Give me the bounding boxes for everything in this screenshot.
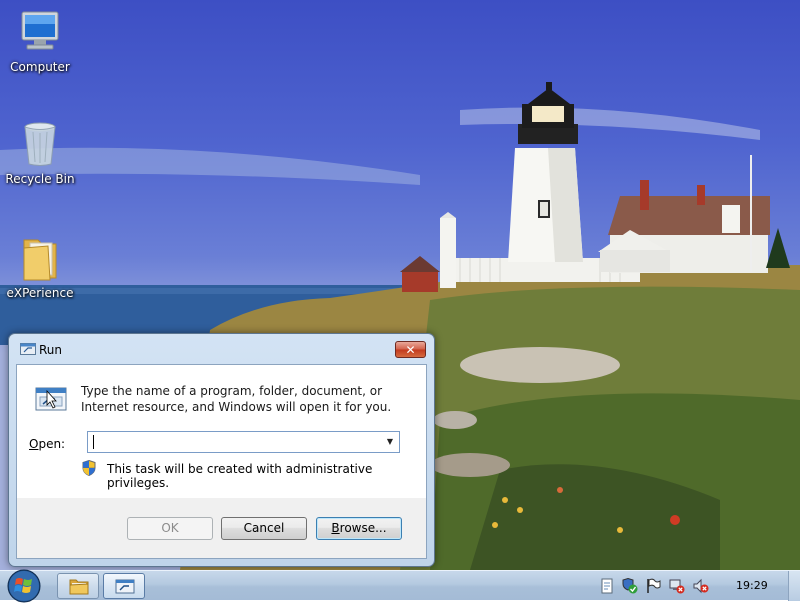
run-icon [20,343,36,355]
taskbar: 19:29 [0,569,800,603]
volume-muted-icon[interactable] [693,578,709,594]
desktop-icon-label: Recycle Bin [5,172,75,186]
run-description: Type the name of a program, folder, docu… [81,384,392,414]
close-icon: ✕ [405,343,416,357]
ok-button[interactable]: OK [127,517,213,540]
run-dialog-body: Type the name of a program, folder, docu… [16,364,427,559]
desktop-icon-folder[interactable]: eXPerience [2,234,78,300]
network-icon[interactable] [669,578,685,594]
run-icon [115,579,135,594]
computer-icon [16,8,64,56]
run-dialog-title: Run [39,343,63,357]
recycle-bin-icon [16,120,64,168]
desktop: Computer Recycle Bin eXPerience Run ✕ Ty… [0,0,800,570]
open-label-suffix: pen: [38,437,66,451]
show-desktop-button[interactable] [788,571,800,601]
browse-button[interactable]: Browse... [316,517,402,540]
start-button[interactable] [3,568,45,604]
run-title-bar[interactable]: Run ✕ [9,334,434,364]
desktop-icon-label: eXPerience [6,286,74,300]
admin-privileges-note: This task will be created with administr… [107,462,373,490]
action-center-icon[interactable] [599,578,615,594]
cancel-button[interactable]: Cancel [221,517,307,540]
uac-shield-icon [82,460,96,476]
run-content-area: Type the name of a program, folder, docu… [17,365,426,498]
close-button[interactable]: ✕ [395,341,426,358]
text-caret [93,435,94,449]
flag-icon[interactable] [645,578,661,594]
open-label: Open: [29,437,65,451]
clock[interactable]: 19:29 [736,579,768,592]
browse-access-key: B [331,521,340,535]
desktop-icon-computer[interactable]: Computer [2,8,78,74]
desktop-icon-recycle-bin[interactable]: Recycle Bin [2,120,78,186]
folder-icon [16,234,64,282]
folder-icon [69,579,89,595]
open-combobox[interactable]: ▼ [87,431,400,453]
security-check-icon[interactable] [622,578,638,594]
browse-label-rest: rowse... [339,521,387,535]
chevron-down-icon[interactable]: ▼ [381,432,399,452]
open-input[interactable] [88,432,386,452]
desktop-icon-label: Computer [10,60,70,74]
run-taskbar-button[interactable] [103,573,145,599]
run-program-icon [35,387,67,411]
run-dialog: Run ✕ Type the name of a program, folder… [8,333,435,567]
explorer-taskbar-button[interactable] [57,573,99,599]
